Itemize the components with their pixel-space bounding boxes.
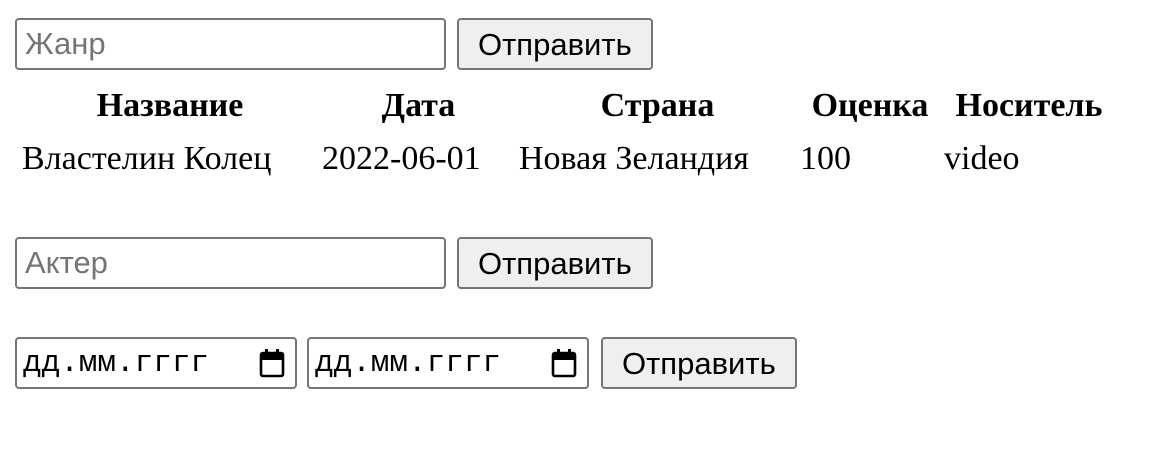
date-to-placeholder: дд.мм.гггг: [315, 345, 502, 381]
calendar-icon[interactable]: [259, 348, 285, 378]
table-header-row: Название Дата Страна Оценка Носитель: [21, 84, 1115, 128]
genre-input[interactable]: [15, 18, 446, 70]
cell-rating: 100: [800, 140, 851, 177]
actor-form: Отправить: [15, 237, 653, 289]
date-submit-button[interactable]: Отправить: [601, 337, 797, 389]
genre-submit-button[interactable]: Отправить: [457, 18, 653, 70]
films-table: Название Дата Страна Оценка Носитель Вла…: [19, 82, 1117, 190]
column-header-date: Дата: [381, 87, 456, 124]
cell-media: video: [944, 140, 1020, 177]
cell-date: 2022-06-01: [322, 140, 481, 177]
column-header-rating: Оценка: [811, 87, 929, 124]
column-header-media: Носитель: [955, 87, 1103, 124]
column-header-country: Страна: [600, 87, 715, 124]
date-from-placeholder: дд.мм.гггг: [23, 345, 210, 381]
date-to-input[interactable]: дд.мм.гггг: [307, 337, 589, 389]
column-header-title: Название: [96, 87, 244, 124]
actor-submit-button[interactable]: Отправить: [457, 237, 653, 289]
calendar-icon[interactable]: [551, 348, 577, 378]
table-row: Властелин Колец 2022-06-01 Новая Зеланди…: [21, 130, 1115, 188]
genre-form: Отправить: [15, 18, 653, 70]
date-from-input[interactable]: дд.мм.гггг: [15, 337, 297, 389]
cell-country: Новая Зеландия: [519, 140, 749, 177]
date-range-form: дд.мм.гггг дд.мм.гггг Отправить: [15, 337, 797, 389]
actor-input[interactable]: [15, 237, 446, 289]
cell-title: Властелин Колец: [22, 140, 272, 177]
